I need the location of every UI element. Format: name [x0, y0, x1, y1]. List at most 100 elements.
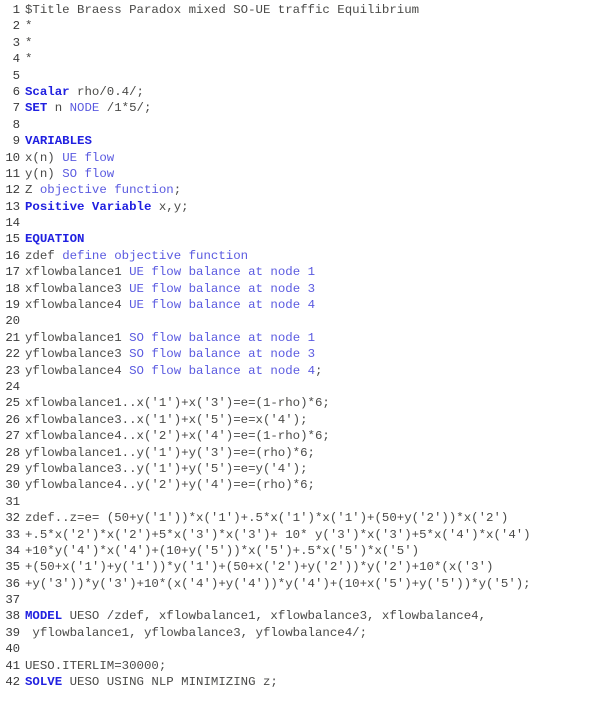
code-token-plain: yflowbalance1 — [25, 330, 130, 345]
line-content: xflowbalance3..x('1')+x('5')=e=x('4'); — [25, 412, 308, 428]
code-token-kw: VARIABLES — [25, 134, 92, 149]
line-content: xflowbalance4 UE flow balance at node 4 — [25, 297, 315, 313]
code-line[interactable]: 21 yflowbalance1 SO flow balance at node … — [0, 330, 600, 346]
line-number: 33 — [5, 527, 20, 542]
line-number: 40 — [5, 642, 20, 657]
code-line[interactable]: 29 yflowbalance3..y('1')+y('5')=e=y('4'); — [0, 461, 600, 477]
code-line[interactable]: 23 yflowbalance4 SO flow balance at node … — [0, 363, 600, 379]
code-listing[interactable]: 1 $Title Braess Paradox mixed SO-UE traff… — [0, 0, 600, 690]
code-line[interactable]: 17 xflowbalance1 UE flow balance at node … — [0, 264, 600, 280]
code-line[interactable]: 27 xflowbalance4..x('2')+x('4')=e=(1-rho)… — [0, 428, 600, 444]
code-line[interactable]: 32 zdef..z=e= (50+y('1'))*x('1')+.5*x('1'… — [0, 510, 600, 526]
code-line[interactable]: 33 +.5*x('2')*x('2')+5*x('3')*x('3')+ 10*… — [0, 527, 600, 543]
line-number: 39 — [5, 625, 20, 640]
code-line[interactable]: 31 — [0, 494, 600, 510]
code-token-plain: +(50+x('1')+y('1'))*y('1')+(50+x('2')+y(… — [25, 560, 494, 575]
line-content: * — [25, 18, 32, 34]
line-content: yflowbalance1..y('1')+y('3')=e=(rho)*6; — [25, 445, 315, 461]
code-line[interactable]: 11 y(n) SO flow — [0, 166, 600, 182]
line-number: 8 — [12, 117, 20, 132]
code-line[interactable]: 20 — [0, 313, 600, 329]
line-number: 11 — [5, 166, 20, 181]
code-token-id: UE flow — [62, 150, 115, 165]
line-content: +y('3'))*y('3')+10*(x('4')+y('4'))*y('4'… — [25, 576, 531, 592]
code-line[interactable]: 42 SOLVE UESO USING NLP MINIMIZING z; — [0, 674, 600, 690]
code-token-plain: xflowbalance3..x('1')+x('5')=e=x('4'); — [25, 412, 308, 427]
code-token-kw: Scalar — [25, 84, 70, 99]
code-line[interactable]: 34 +10*y('4')*x('4')+(10+y('5'))*x('5')+.… — [0, 543, 600, 559]
code-line[interactable]: 19 xflowbalance4 UE flow balance at node … — [0, 297, 600, 313]
line-number: 4 — [12, 52, 20, 67]
line-number: 12 — [5, 183, 20, 198]
code-line[interactable]: 4 * — [0, 51, 600, 67]
line-content: +10*y('4')*x('4')+(10+y('5'))*x('5')+.5*… — [25, 543, 419, 559]
line-number: 23 — [5, 363, 20, 378]
code-line[interactable]: 15 EQUATION — [0, 231, 600, 247]
line-content: VARIABLES — [25, 133, 92, 149]
code-line[interactable]: 1 $Title Braess Paradox mixed SO-UE traff… — [0, 2, 600, 18]
line-number: 16 — [5, 248, 20, 263]
code-line[interactable]: 12 Z objective function; — [0, 182, 600, 198]
code-line[interactable]: 39 yflowbalance1, yflowbalance3, yflowba… — [0, 625, 600, 641]
code-line[interactable]: 9 VARIABLES — [0, 133, 600, 149]
code-line[interactable]: 22 yflowbalance3 SO flow balance at node … — [0, 346, 600, 362]
code-line[interactable]: 37 — [0, 592, 600, 608]
line-content: yflowbalance1, yflowbalance3, yflowbalan… — [25, 625, 367, 641]
line-number: 22 — [5, 347, 20, 362]
code-line[interactable]: 25 xflowbalance1..x('1')+x('3')=e=(1-rho)… — [0, 395, 600, 411]
line-content: Positive Variable x,y; — [25, 199, 189, 215]
code-token-id: NODE — [69, 101, 100, 116]
line-content: $Title Braess Paradox mixed SO-UE traffi… — [25, 2, 419, 18]
line-number: 15 — [5, 232, 20, 247]
code-line[interactable]: 6 Scalar rho/0.4/; — [0, 84, 600, 100]
line-content: +(50+x('1')+y('1'))*y('1')+(50+x('2')+y(… — [25, 559, 493, 575]
code-token-cmt: * — [25, 35, 33, 50]
code-line[interactable]: 26 xflowbalance3..x('1')+x('5')=e=x('4'); — [0, 412, 600, 428]
line-content: y(n) SO flow — [25, 166, 114, 182]
code-token-plain: n — [47, 101, 70, 116]
code-token-plain: +y('3'))*y('3')+10*(x('4')+y('4'))*y('4'… — [25, 576, 531, 591]
line-content: xflowbalance4..x('2')+x('4')=e=(1-rho)*6… — [25, 428, 330, 444]
code-line[interactable]: 40 — [0, 641, 600, 657]
line-number: 31 — [5, 494, 20, 509]
code-line[interactable]: 41 UESO.ITERLIM=30000; — [0, 658, 600, 674]
code-token-plain: xflowbalance1..x('1')+x('3')=e=(1-rho)*6… — [25, 396, 330, 411]
code-token-plain: UESO /zdef, xflowbalance1, xflowbalance3… — [62, 609, 487, 624]
line-content: EQUATION — [25, 231, 85, 247]
line-number: 42 — [5, 675, 20, 690]
line-number: 19 — [5, 298, 20, 313]
code-line[interactable]: 14 — [0, 215, 600, 231]
code-line[interactable]: 2 * — [0, 18, 600, 34]
code-line[interactable]: 35 +(50+x('1')+y('1'))*y('1')+(50+x('2')+… — [0, 559, 600, 575]
line-number: 18 — [5, 281, 20, 296]
code-line[interactable]: 3 * — [0, 35, 600, 51]
line-number: 17 — [5, 265, 20, 280]
code-token-plain: zdef..z=e= (50+y('1'))*x('1')+.5*x('1')*… — [25, 511, 509, 526]
line-content: * — [25, 51, 32, 67]
code-line[interactable]: 28 yflowbalance1..y('1')+y('3')=e=(rho)*6… — [0, 445, 600, 461]
code-line[interactable]: 10 x(n) UE flow — [0, 150, 600, 166]
line-content: xflowbalance3 UE flow balance at node 3 — [25, 281, 315, 297]
code-line[interactable]: 36 +y('3'))*y('3')+10*(x('4')+y('4'))*y('… — [0, 576, 600, 592]
code-token-kw: EQUATION — [25, 232, 85, 247]
code-line[interactable]: 24 — [0, 379, 600, 395]
code-token-id: UE flow balance at node 3 — [129, 281, 315, 296]
code-line[interactable]: 38 MODEL UESO /zdef, xflowbalance1, xflow… — [0, 608, 600, 624]
line-number: 5 — [12, 68, 20, 83]
code-token-id: objective function — [39, 183, 174, 198]
line-content: yflowbalance4 SO flow balance at node 4; — [25, 363, 322, 379]
line-number: 25 — [5, 396, 20, 411]
line-content: +.5*x('2')*x('2')+5*x('3')*x('3')+ 10* y… — [25, 527, 531, 543]
code-token-id: SO flow balance at node 3 — [129, 347, 315, 362]
code-token-kw: Positive Variable — [25, 199, 152, 214]
code-line[interactable]: 5 — [0, 68, 600, 84]
code-line[interactable]: 8 — [0, 117, 600, 133]
code-line[interactable]: 18 xflowbalance3 UE flow balance at node … — [0, 281, 600, 297]
code-line[interactable]: 7 SET n NODE /1*5/; — [0, 100, 600, 116]
code-token-plain: xflowbalance3 — [25, 281, 130, 296]
code-line[interactable]: 16 zdef define objective function — [0, 248, 600, 264]
line-number: 35 — [5, 560, 20, 575]
line-content: yflowbalance4..y('2')+y('4')=e=(rho)*6; — [25, 477, 315, 493]
code-line[interactable]: 13 Positive Variable x,y; — [0, 199, 600, 215]
code-line[interactable]: 30 yflowbalance4..y('2')+y('4')=e=(rho)*6… — [0, 477, 600, 493]
